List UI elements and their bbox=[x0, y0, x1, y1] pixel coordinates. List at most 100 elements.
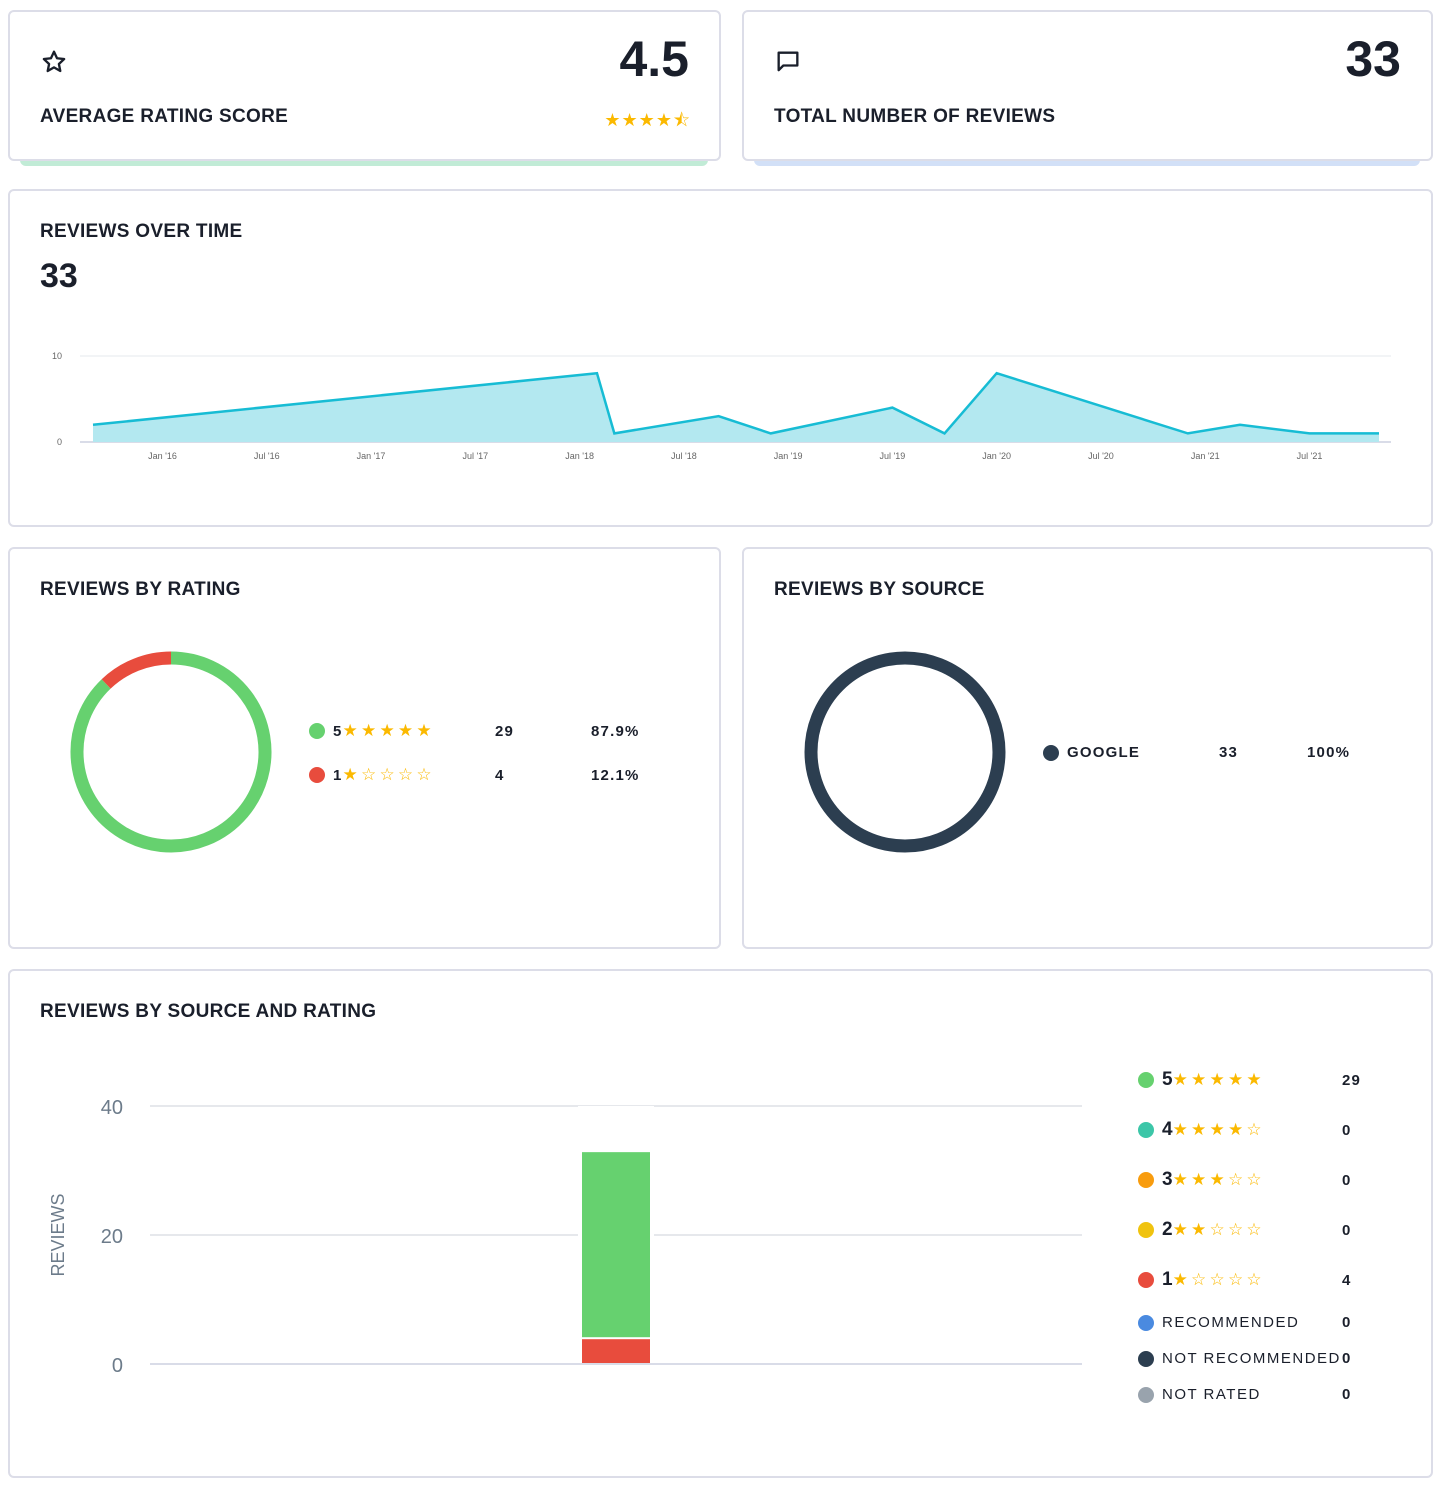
x-tick-label: Jul '18 bbox=[671, 451, 697, 461]
legend-label: 5 bbox=[1162, 1069, 1173, 1090]
star-filled-icon: ★ bbox=[1172, 1270, 1190, 1289]
star-filled-icon: ★ bbox=[1209, 1070, 1226, 1089]
source-rating-legend-item: NOT RATED 0 bbox=[1138, 1386, 1378, 1403]
star-empty-icon: ☆ bbox=[1246, 1170, 1263, 1189]
star-filled-icon: ★ bbox=[397, 721, 415, 740]
star-filled-icon: ★ bbox=[361, 721, 378, 740]
total-reviews-label: TOTAL NUMBER OF REVIEWS bbox=[774, 106, 1056, 127]
y-tick-label: 20 bbox=[101, 1226, 123, 1248]
legend-label: RECOMMENDED bbox=[1162, 1314, 1300, 1331]
y-tick-label: 40 bbox=[101, 1097, 123, 1119]
star-empty-icon: ☆ bbox=[379, 765, 396, 784]
star-filled-icon: ★ bbox=[1191, 1070, 1208, 1089]
legend-count: 0 bbox=[1342, 1386, 1352, 1403]
rating-legend-item: 1 ★ ☆ ☆ ☆ ☆ 4 12.1% bbox=[309, 765, 649, 785]
legend-count: 0 bbox=[1342, 1350, 1352, 1367]
legend-color-dot bbox=[1138, 1222, 1154, 1238]
legend-label: NOT RECOMMENDED bbox=[1162, 1350, 1341, 1367]
rating-legend-item: 5 ★ ★ ★ ★ ★ 29 87.9% bbox=[309, 721, 649, 741]
rating-stars: ★ ☆ ☆ ☆ ☆ bbox=[343, 765, 435, 785]
star-empty-icon: ☆ bbox=[416, 765, 433, 784]
x-tick-label: Jan '21 bbox=[1191, 451, 1220, 461]
source-legend-item: GOOGLE 33 100% bbox=[1043, 744, 1383, 761]
legend-color-dot bbox=[1138, 1350, 1154, 1367]
average-rating-card: 4.5 AVERAGE RATING SCORE ★★★★⯪ bbox=[8, 10, 721, 161]
star-empty-icon: ☆ bbox=[361, 765, 378, 784]
reviews-by-source-and-rating-title: REVIEWS BY SOURCE AND RATING bbox=[40, 1001, 377, 1022]
legend-color-dot bbox=[1138, 1072, 1154, 1088]
star-empty-icon: ☆ bbox=[1246, 1220, 1263, 1239]
legend-color-dot bbox=[1138, 1314, 1154, 1331]
star-empty-icon: ☆ bbox=[1209, 1220, 1226, 1239]
x-tick-label: Jul '20 bbox=[1088, 451, 1114, 461]
star-filled-icon: ★ bbox=[416, 721, 433, 740]
star-empty-icon: ☆ bbox=[1209, 1270, 1226, 1289]
x-tick-label: Jan '19 bbox=[774, 451, 803, 461]
star-empty-icon: ☆ bbox=[1191, 1270, 1208, 1289]
source-percent: 100% bbox=[1307, 744, 1351, 761]
reviews-over-time-total: 33 bbox=[40, 257, 78, 295]
reviews-over-time-chart: 0 10 Jan '16 Jul '16 Jan '17 Jul '17 Jan '18 Ju… bbox=[52, 351, 1391, 461]
star-empty-icon: ☆ bbox=[397, 765, 415, 784]
legend-count: 4 bbox=[1342, 1271, 1352, 1289]
legend-stars: ★ ☆ ☆ ☆ ☆ bbox=[1173, 1270, 1265, 1290]
donut-slice bbox=[804, 651, 1006, 853]
star-filled-icon: ★ bbox=[1191, 1220, 1208, 1239]
rating-count: 29 bbox=[495, 722, 515, 740]
star-empty-icon: ☆ bbox=[1227, 1220, 1245, 1239]
source-rating-legend-item: 1 ★ ☆ ☆ ☆ ☆ 4 bbox=[1138, 1269, 1378, 1291]
legend-stars: ★ ★ ☆ ☆ ☆ bbox=[1173, 1220, 1265, 1240]
star-filled-icon: ★ bbox=[342, 765, 359, 784]
legend-color-dot bbox=[309, 723, 325, 739]
rating-count: 4 bbox=[495, 766, 505, 784]
star-filled-icon: ★ bbox=[1172, 1170, 1190, 1189]
x-tick-label: Jan '17 bbox=[357, 451, 386, 461]
donut-slice bbox=[70, 651, 272, 853]
rating-stars: ★ ★ ★ ★ ★ bbox=[343, 721, 435, 741]
x-tick-label: Jan '20 bbox=[982, 451, 1011, 461]
legend-count: 0 bbox=[1342, 1121, 1352, 1139]
source-rating-legend-item: RECOMMENDED 0 bbox=[1138, 1314, 1378, 1331]
reviews-over-time-title: REVIEWS OVER TIME bbox=[40, 221, 243, 242]
legend-label: 4 bbox=[1162, 1119, 1173, 1140]
source-rating-legend-item: 4 ★ ★ ★ ★ ☆ 0 bbox=[1138, 1119, 1378, 1141]
legend-count: 0 bbox=[1342, 1314, 1352, 1331]
y-axis-label: REVIEWS bbox=[48, 1193, 68, 1276]
star-filled-icon: ★ bbox=[1227, 1070, 1245, 1089]
x-tick-label: Jul '21 bbox=[1297, 451, 1323, 461]
legend-label: 1 bbox=[1162, 1269, 1173, 1290]
average-rating-label: AVERAGE RATING SCORE bbox=[40, 106, 289, 127]
total-reviews-value: 33 bbox=[1345, 31, 1401, 87]
legend-label: 3 bbox=[1162, 1169, 1173, 1190]
reviews-by-rating-donut bbox=[70, 651, 272, 853]
x-tick-label: Jul '16 bbox=[254, 451, 280, 461]
reviews-by-source-donut bbox=[804, 651, 1006, 853]
total-reviews-card: 33 TOTAL NUMBER OF REVIEWS bbox=[742, 10, 1433, 161]
star-filled-icon: ★ bbox=[1191, 1170, 1208, 1189]
y-tick-label: 0 bbox=[112, 1355, 123, 1377]
rating-number: 1 bbox=[333, 766, 343, 784]
star-filled-icon: ★ bbox=[1191, 1120, 1208, 1139]
source-rating-legend-item: NOT RECOMMENDED 0 bbox=[1138, 1350, 1378, 1367]
legend-count: 0 bbox=[1342, 1221, 1352, 1239]
legend-count: 0 bbox=[1342, 1171, 1352, 1189]
source-count: 33 bbox=[1219, 744, 1239, 761]
legend-color-dot bbox=[1043, 744, 1059, 761]
legend-stars: ★ ★ ★ ☆ ☆ bbox=[1173, 1170, 1265, 1190]
source-rating-legend-item: 5 ★ ★ ★ ★ ★ 29 bbox=[1138, 1069, 1378, 1091]
bar-segment bbox=[582, 1152, 650, 1338]
average-rating-stars: ★★★★⯪ bbox=[604, 110, 691, 130]
rating-percent: 12.1% bbox=[591, 766, 640, 784]
reviews-by-source-card: REVIEWS BY SOURCE GOOGLE 33 100% bbox=[742, 547, 1433, 949]
star-filled-icon: ★ bbox=[379, 721, 396, 740]
legend-count: 29 bbox=[1342, 1071, 1362, 1089]
rating-number: 5 bbox=[333, 722, 343, 740]
star-filled-icon: ★ bbox=[1172, 1070, 1190, 1089]
star-filled-icon: ★ bbox=[1172, 1220, 1190, 1239]
reviews-by-rating-card: REVIEWS BY RATING 5 ★ ★ ★ ★ ★ 29 87.9% 1 ★ ☆ ☆… bbox=[8, 547, 721, 949]
source-rating-legend-item: 2 ★ ★ ☆ ☆ ☆ 0 bbox=[1138, 1219, 1378, 1241]
legend-color-dot bbox=[1138, 1272, 1154, 1288]
legend-label: NOT RATED bbox=[1162, 1386, 1261, 1403]
y-tick-label: 10 bbox=[52, 351, 62, 361]
star-outline-icon bbox=[42, 50, 66, 73]
